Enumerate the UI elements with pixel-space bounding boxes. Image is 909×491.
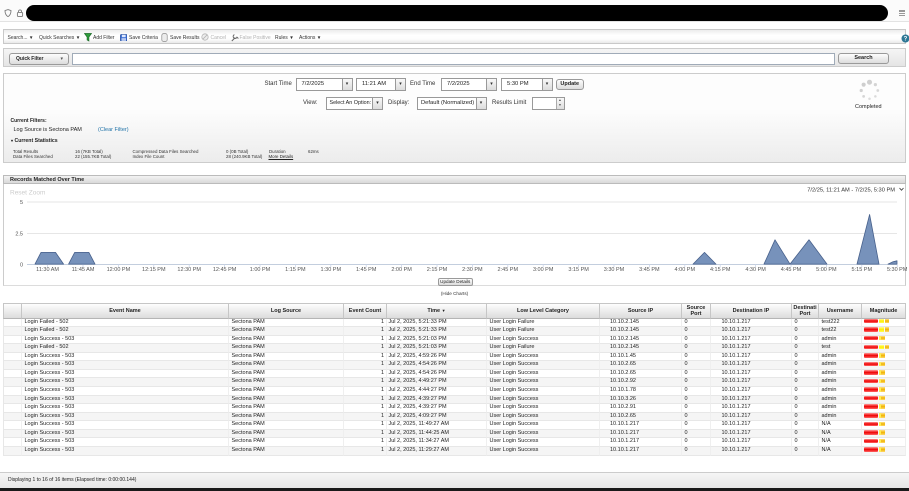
svg-text:3:45 PM: 3:45 PM (639, 267, 660, 273)
svg-text:3:30 PM: 3:30 PM (604, 267, 625, 273)
svg-text:3:00 PM: 3:00 PM (533, 267, 554, 273)
svg-text:2:30 PM: 2:30 PM (462, 267, 483, 273)
svg-text:11:45 AM: 11:45 AM (72, 267, 95, 273)
svg-text:12:45 PM: 12:45 PM (213, 267, 237, 273)
svg-text:2:15 PM: 2:15 PM (427, 267, 448, 273)
svg-text:12:30 PM: 12:30 PM (177, 267, 201, 273)
svg-text:4:15 PM: 4:15 PM (710, 267, 731, 273)
svg-text:11:30 AM: 11:30 AM (36, 267, 59, 273)
svg-text:0: 0 (20, 263, 23, 269)
svg-text:4:00 PM: 4:00 PM (675, 267, 696, 273)
svg-text:5: 5 (20, 200, 23, 206)
svg-text:3:15 PM: 3:15 PM (568, 267, 589, 273)
svg-text:4:30 PM: 4:30 PM (745, 267, 766, 273)
svg-text:Reset Zoom: Reset Zoom (10, 190, 45, 197)
svg-text:12:00 PM: 12:00 PM (107, 267, 131, 273)
svg-text:2:00 PM: 2:00 PM (391, 267, 412, 273)
svg-text:7/2/25, 11:21 AM - 7/2/25, 5:3: 7/2/25, 11:21 AM - 7/2/25, 5:30 PM (807, 188, 895, 194)
svg-text:5:15 PM: 5:15 PM (852, 267, 873, 273)
svg-text:1:30 PM: 1:30 PM (321, 267, 342, 273)
svg-text:4:45 PM: 4:45 PM (781, 267, 802, 273)
svg-text:5:30 PM: 5:30 PM (887, 267, 908, 273)
svg-text:2.5: 2.5 (15, 232, 23, 238)
svg-text:1:15 PM: 1:15 PM (285, 267, 306, 273)
svg-text:12:15 PM: 12:15 PM (142, 267, 166, 273)
svg-text:1:00 PM: 1:00 PM (250, 267, 271, 273)
svg-text:5:00 PM: 5:00 PM (816, 267, 837, 273)
svg-text:1:45 PM: 1:45 PM (356, 267, 377, 273)
svg-text:2:45 PM: 2:45 PM (498, 267, 519, 273)
svg-text:?: ? (904, 37, 908, 43)
